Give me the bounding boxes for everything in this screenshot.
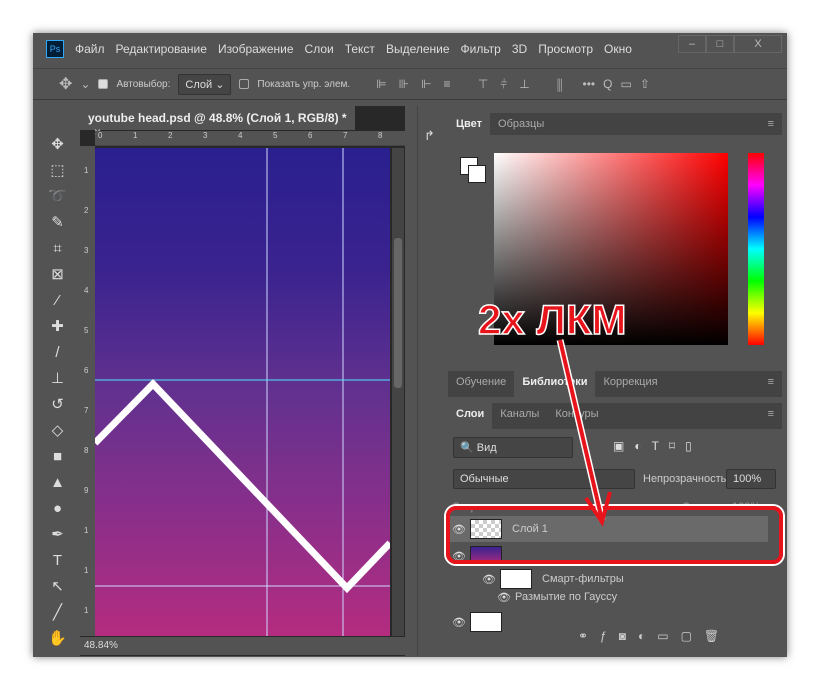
annotation-arrow bbox=[556, 339, 612, 527]
